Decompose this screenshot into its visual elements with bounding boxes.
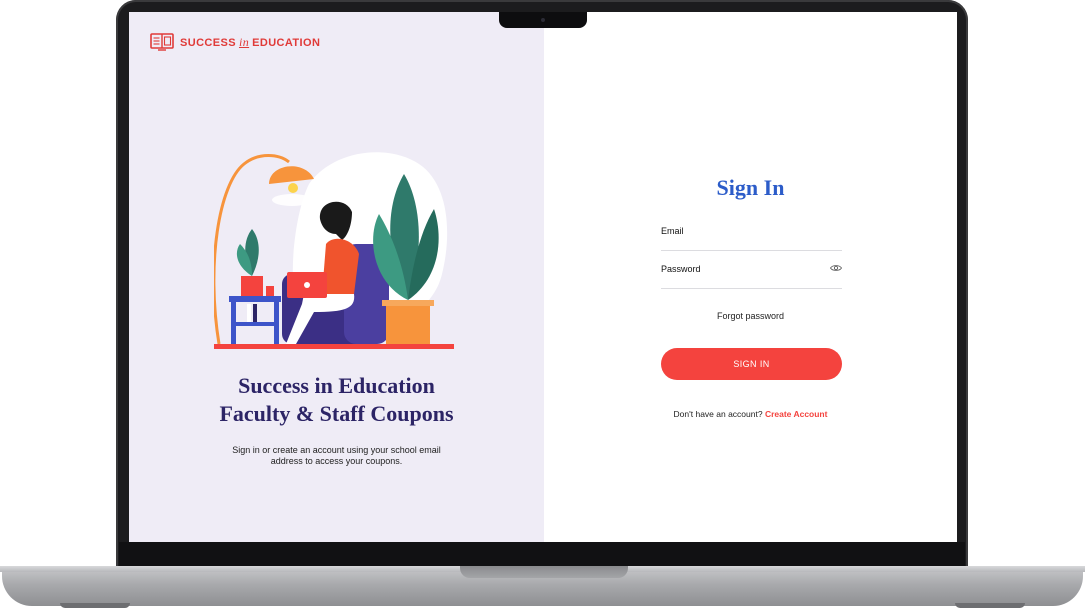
hero-subtext: Sign in or create an account using your … (232, 445, 441, 466)
signin-button[interactable]: SIGN IN (661, 348, 842, 380)
email-input[interactable] (661, 224, 831, 248)
laptop-notch (499, 12, 587, 28)
brand-word-success: SUCCESS (180, 36, 236, 49)
laptop-foot-left (60, 603, 130, 608)
signup-prompt: Don't have an account? Create Account (544, 409, 957, 419)
email-field[interactable]: Email (661, 224, 842, 251)
laptop-base-notch (460, 566, 628, 578)
hero-illustration (214, 152, 454, 349)
big-plant-pot (386, 304, 430, 344)
hero-headline: Success in Education Faculty & Staff Cou… (129, 372, 544, 428)
side-table (229, 296, 281, 302)
laptop-foot-right (955, 603, 1025, 608)
hero-headline-line2: Faculty & Staff Coupons (219, 401, 454, 426)
person-torso (322, 238, 359, 294)
lamp-glow (272, 194, 312, 206)
no-account-text: Don't have an account? (673, 409, 763, 419)
brand-wordmark: SUCCESS in EDUCATION (180, 35, 320, 50)
camera-icon (541, 18, 545, 22)
screen: SUCCESS in EDUCATION Success in Educatio… (129, 12, 957, 542)
brand-logo[interactable]: SUCCESS in EDUCATION (150, 33, 320, 51)
eye-icon[interactable] (830, 264, 842, 272)
lamp-shade-icon (269, 166, 314, 184)
hero-headline-line1: Success in Education (238, 373, 435, 398)
password-field[interactable]: Password (661, 262, 842, 289)
forgot-password-link[interactable]: Forgot password (544, 311, 957, 321)
mug-icon (266, 286, 274, 296)
password-input[interactable] (661, 262, 831, 286)
left-panel: SUCCESS in EDUCATION Success in Educatio… (129, 12, 544, 542)
small-plant-pot (241, 276, 263, 296)
laptop-bottom-bezel (119, 542, 965, 568)
floor-rug (214, 344, 454, 349)
book-logo-icon (150, 33, 174, 51)
signin-title: Sign In (716, 175, 785, 200)
brand-word-in: in (238, 34, 250, 49)
brand-word-education: EDUCATION (252, 36, 321, 49)
create-account-link[interactable]: Create Account (765, 409, 828, 419)
signin-panel: Sign In Email Password Forgot password S… (544, 12, 957, 542)
